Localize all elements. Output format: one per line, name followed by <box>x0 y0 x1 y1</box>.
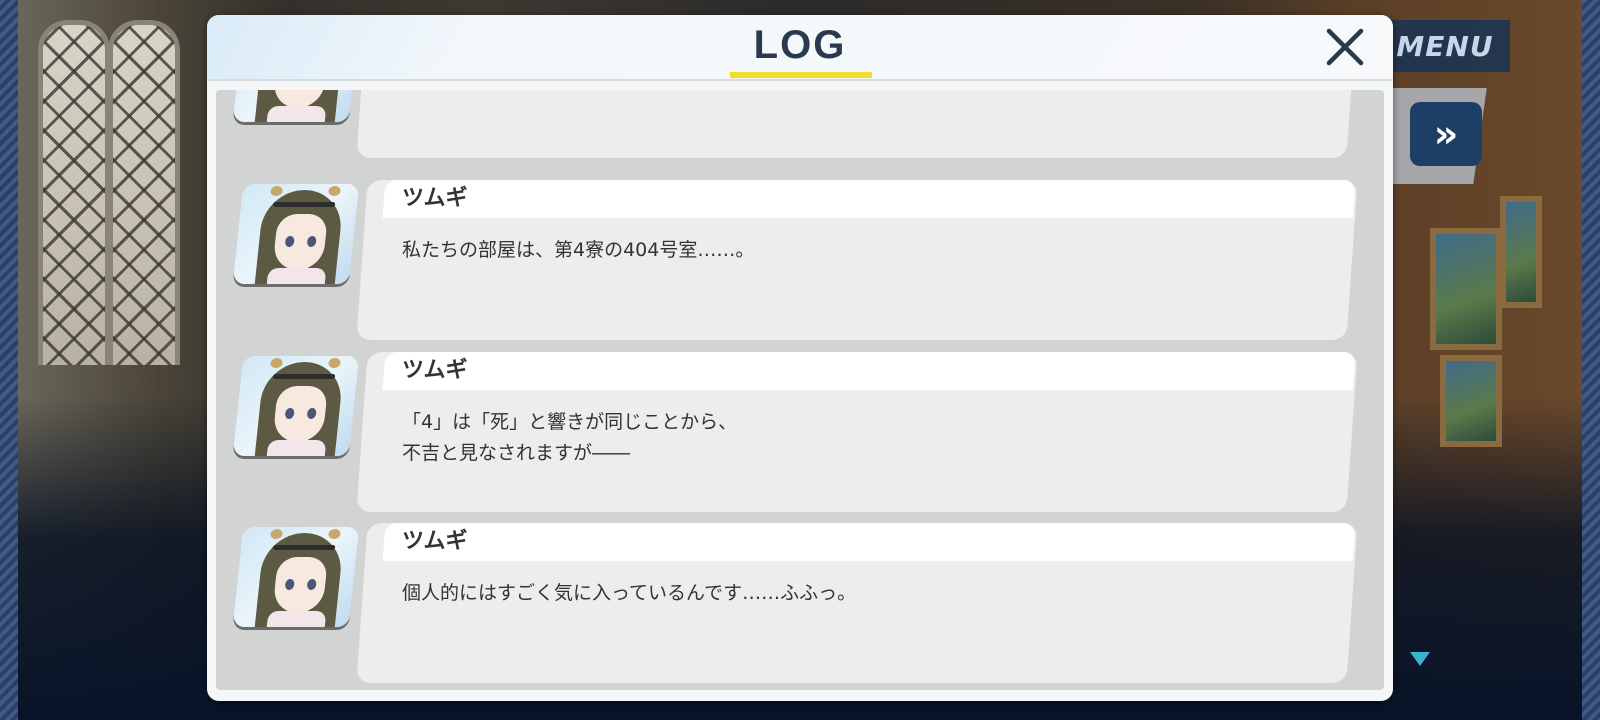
title-underline <box>730 72 872 78</box>
message-line: 「4」は「死」と響きが同じことから、 <box>402 411 738 433</box>
log-scroll-area[interactable]: ツムギ 私たちの部屋は、第4寮の404号室……。 ツムギ 「4」は「死」と響きが… <box>216 90 1384 690</box>
speaker-name: ツムギ <box>402 358 468 383</box>
log-entry: ツムギ 「4」は「死」と響きが同じことから、 不吉と見なされますが―― <box>216 352 1384 512</box>
log-entry: ツムギ 個人的にはすごく気に入っているんです……ふふっ。 <box>216 523 1384 683</box>
tsumugi-portrait[interactable] <box>232 90 360 122</box>
speaker-name-strip <box>382 352 1356 390</box>
screen-edge-left <box>0 0 18 720</box>
log-entry: ツムギ 私たちの部屋は、第4寮の404号室……。 <box>216 180 1384 340</box>
next-page-triangle-icon <box>1410 652 1430 666</box>
log-entry <box>216 90 1384 158</box>
menu-label: MENU <box>1396 29 1494 63</box>
tsumugi-portrait[interactable] <box>232 356 360 456</box>
gallery-painting <box>1500 196 1542 308</box>
close-button[interactable] <box>1323 25 1367 69</box>
speaker-name-strip <box>382 180 1356 218</box>
speaker-name: ツムギ <box>402 186 468 211</box>
tsumugi-portrait[interactable] <box>232 527 360 627</box>
gallery-painting <box>1440 355 1502 447</box>
close-x-icon <box>1326 28 1364 66</box>
log-title: LOG <box>753 23 847 67</box>
log-panel: LOG ツムギ 私たちの部屋は、第4寮の404号室……。 ツムギ 「4」は「死」… <box>207 15 1393 701</box>
speaker-name-strip <box>382 523 1356 561</box>
window-left-decoration <box>38 20 110 365</box>
menu-button[interactable]: MENU <box>1380 20 1510 72</box>
tsumugi-portrait[interactable] <box>232 184 360 284</box>
message-line: 私たちの部屋は、第4寮の404号室……。 <box>402 239 755 261</box>
message-line: 不吉と見なされますが―― <box>402 442 631 464</box>
gallery-painting <box>1430 228 1502 350</box>
screen-edge-right <box>1582 0 1600 720</box>
fast-forward-button[interactable]: » <box>1410 102 1482 166</box>
message-bubble <box>356 90 1358 158</box>
speaker-name: ツムギ <box>402 529 468 554</box>
log-header: LOG <box>207 15 1393 81</box>
window-right-decoration <box>108 20 180 365</box>
fast-forward-icon: » <box>1433 112 1459 156</box>
message-line: 個人的にはすごく気に入っているんです……ふふっ。 <box>402 582 857 604</box>
